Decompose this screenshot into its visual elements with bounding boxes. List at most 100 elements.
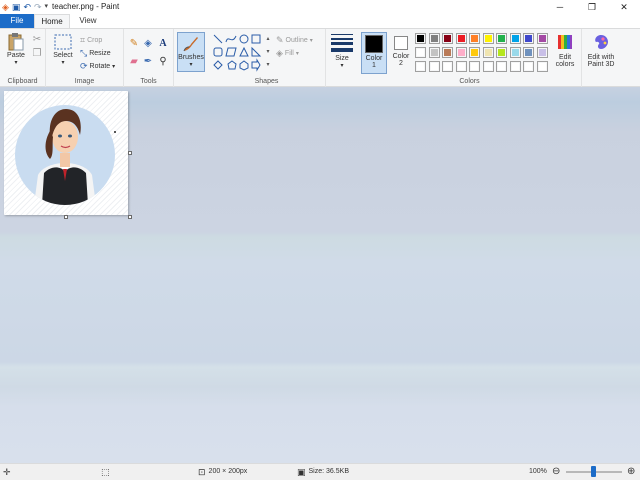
customize-dropdown-icon[interactable]: ▾ — [45, 0, 49, 14]
shapes-gallery-icons[interactable] — [212, 33, 270, 73]
palette-swatch[interactable] — [482, 47, 494, 58]
palette-swatch[interactable] — [469, 61, 480, 72]
edit-with-paint3d-button[interactable]: Edit with Paint 3D — [584, 33, 618, 68]
palette-swatch[interactable] — [523, 61, 534, 72]
size-label: Size — [335, 55, 349, 62]
palette-swatch-color — [525, 35, 532, 42]
color2-button[interactable]: Color 2 — [389, 34, 413, 67]
zoom-slider-thumb[interactable] — [591, 466, 596, 477]
tab-view[interactable]: View — [70, 14, 106, 28]
shapes-scroll[interactable]: ▴ ▾ ▾ — [264, 33, 272, 73]
fill-button[interactable]: ◈ Fill ▾ — [276, 48, 299, 59]
size-button[interactable]: Size ▾ — [330, 34, 354, 69]
palette-swatch-color — [417, 35, 424, 42]
zoom-out-icon[interactable]: ⊖ — [552, 464, 560, 480]
close-button[interactable]: ✕ — [608, 0, 640, 14]
redo-icon[interactable]: ↷ — [34, 0, 42, 14]
outline-button[interactable]: ✎ Outline ▾ — [276, 35, 313, 46]
palette-swatch[interactable] — [455, 61, 467, 72]
palette-swatch-color — [498, 63, 505, 70]
rotate-button[interactable]: ⟳ Rotate ▾ — [80, 61, 115, 72]
palette-swatch[interactable] — [428, 61, 440, 72]
selection-size-icon: ⬚ — [101, 467, 110, 477]
minimize-button[interactable]: ─ — [544, 0, 576, 14]
palette-swatch[interactable] — [496, 61, 507, 72]
text-tool-icon[interactable]: A — [157, 38, 169, 50]
palette-swatch[interactable] — [482, 61, 494, 72]
crop-icon: ⌗ — [80, 35, 86, 45]
restore-button[interactable]: ❐ — [576, 0, 608, 14]
paint-app-icon[interactable]: ◈ — [2, 0, 9, 14]
pencil-icon[interactable]: ✎ — [128, 38, 140, 50]
palette-swatch[interactable] — [496, 33, 507, 44]
resize-handle-right[interactable] — [128, 151, 132, 155]
palette-swatch[interactable] — [509, 33, 521, 44]
palette-swatch[interactable] — [496, 47, 507, 58]
palette-swatch[interactable] — [428, 47, 440, 58]
crop-button[interactable]: ⌗ Crop — [80, 35, 102, 46]
palette-swatch-color — [498, 49, 505, 56]
palette-swatch[interactable] — [469, 47, 480, 58]
zoom-level-text: 100% — [529, 468, 547, 475]
zoom-in-icon[interactable]: ⊕ — [627, 464, 635, 480]
select-label: Select — [53, 52, 73, 59]
brushes-button[interactable]: Brushes ▾ — [177, 32, 205, 72]
palette-swatch[interactable] — [415, 47, 426, 58]
ribbon-tabs: File Home View — [0, 14, 640, 28]
canvas-workspace[interactable] — [0, 87, 640, 463]
edit-colors-button[interactable]: Edit colors — [551, 33, 579, 68]
palette-swatch[interactable] — [536, 47, 548, 58]
tools-group-label: Tools — [140, 78, 157, 85]
palette-swatch[interactable] — [536, 61, 548, 72]
file-size-text: Size: 36.5KB — [308, 468, 349, 475]
palette-swatch-color — [538, 63, 546, 70]
color-picker-icon[interactable]: ✒ — [142, 56, 154, 68]
palette-swatch[interactable] — [523, 47, 534, 58]
paste-button[interactable]: Paste ▾ — [4, 33, 28, 66]
drawing-canvas[interactable] — [4, 91, 132, 219]
palette-swatch[interactable] — [428, 33, 440, 44]
paint3d-label-2: Paint 3D — [587, 61, 615, 68]
tab-file[interactable]: File — [0, 14, 34, 28]
copy-icon[interactable]: ❐ — [31, 48, 43, 60]
palette-swatch[interactable] — [469, 33, 480, 44]
edit-colors-icon — [556, 33, 574, 51]
palette-swatch[interactable] — [442, 61, 453, 72]
magnifier-icon[interactable]: ⚲ — [157, 56, 169, 68]
cursor-position: ✛ — [3, 464, 11, 480]
resize-handle-bottom[interactable] — [64, 215, 68, 219]
size-dropdown-icon: ▾ — [340, 63, 344, 69]
outline-icon: ✎ — [276, 35, 284, 45]
image-dimensions-text: 200 × 200px — [208, 468, 248, 475]
fill-bucket-icon[interactable]: ◈ — [142, 38, 154, 50]
color1-button[interactable]: Color 1 — [361, 32, 387, 74]
palette-swatch[interactable] — [455, 47, 467, 58]
size-lines-icon — [331, 34, 353, 52]
palette-swatch[interactable] — [442, 47, 453, 58]
palette-swatch[interactable] — [415, 33, 426, 44]
palette-swatch[interactable] — [482, 33, 494, 44]
palette-swatch[interactable] — [536, 33, 548, 44]
select-button[interactable]: Select ▾ — [50, 33, 76, 66]
tools-group: ✎ ◈ A ▰ ✒ ⚲ Tools — [124, 29, 174, 87]
palette-swatch-color — [484, 63, 492, 70]
rotate-icon: ⟳ — [80, 61, 88, 71]
save-icon[interactable]: ▣ — [12, 0, 21, 14]
palette-swatch[interactable] — [523, 33, 534, 44]
outline-label: Outline — [285, 37, 308, 44]
tab-home[interactable]: Home — [34, 14, 70, 28]
resize-button[interactable]: ⤡ Resize — [80, 48, 111, 59]
eraser-icon[interactable]: ▰ — [128, 56, 140, 68]
resize-handle-corner[interactable] — [128, 215, 132, 219]
palette-swatch[interactable] — [455, 33, 467, 44]
cut-icon[interactable]: ✂ — [31, 34, 43, 46]
colors-group-label: Colors — [459, 78, 480, 85]
resize-icon: ⤡ — [80, 48, 88, 58]
palette-swatch[interactable] — [509, 61, 521, 72]
palette-swatch-color — [471, 63, 478, 70]
undo-icon[interactable]: ↶ — [23, 0, 31, 14]
palette-swatch[interactable] — [415, 61, 426, 72]
palette-swatch[interactable] — [509, 47, 521, 58]
title-bar: ◈ ▣ ↶ ↷ ▾ teacher.png - Paint ─ ❐ ✕ — [0, 0, 640, 14]
palette-swatch[interactable] — [442, 33, 453, 44]
